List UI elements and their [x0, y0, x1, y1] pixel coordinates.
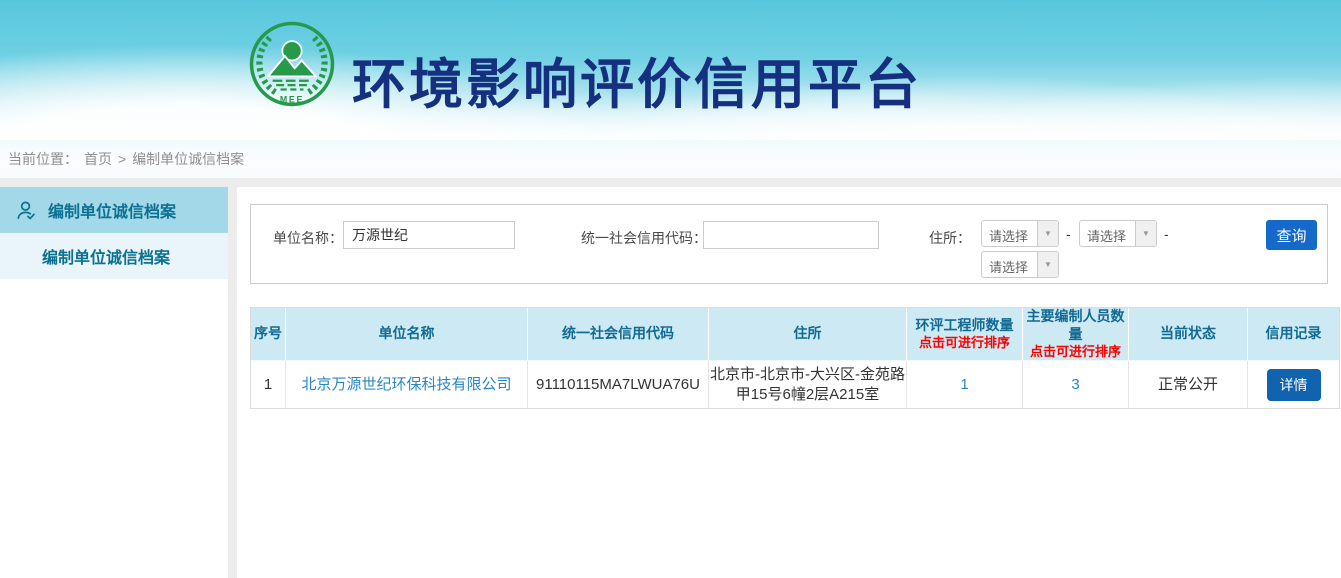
sort-hint: 点击可进行排序: [1023, 344, 1128, 360]
main-panel: 单位名称： 统一社会信用代码： 住所： 请选择 ▼ - 请选择 ▼ - 请选择 …: [237, 187, 1341, 578]
table-row: 1 北京万源世纪环保科技有限公司 91110115MA7LWUA76U 北京市-…: [251, 361, 1339, 408]
cell-unit-name: 北京万源世纪环保科技有限公司: [286, 361, 528, 408]
site-header: MEE 环境影响评价信用平台: [0, 0, 1341, 140]
sidebar: 编制单位诚信档案 编制单位诚信档案: [0, 187, 228, 578]
breadcrumb: 当前位置： 首页 > 编制单位诚信档案: [0, 140, 1341, 178]
sidebar-subitem-label: 编制单位诚信档案: [42, 244, 170, 268]
address-label: 住所：: [929, 228, 971, 248]
company-name-link[interactable]: 北京万源世纪环保科技有限公司: [301, 376, 511, 393]
dash-separator: -: [1164, 226, 1169, 242]
site-title: 环境影响评价信用平台: [352, 40, 922, 119]
unit-name-input[interactable]: [343, 221, 515, 249]
column-header-unit-name: 单位名称: [286, 308, 528, 361]
district-select-value: 请选择: [982, 252, 1037, 277]
cell-staff-count: 3: [1023, 361, 1129, 408]
column-header-staff-count-sortable[interactable]: 主要编制人员数量 点击可进行排序: [1023, 308, 1129, 361]
sidebar-item-label: 编制单位诚信档案: [48, 198, 176, 222]
sort-hint: 点击可进行排序: [907, 335, 1022, 351]
chevron-down-icon[interactable]: ▼: [1037, 221, 1058, 246]
query-button[interactable]: 查询: [1266, 220, 1317, 250]
cell-status: 正常公开: [1129, 361, 1248, 408]
column-header-credit-record: 信用记录: [1248, 308, 1339, 361]
cell-engineer-count: 1: [907, 361, 1023, 408]
divider-strip: [0, 178, 1341, 187]
mee-logo-icon: MEE: [248, 20, 336, 108]
breadcrumb-label: 当前位置：: [8, 149, 78, 169]
breadcrumb-home-link[interactable]: 首页: [84, 149, 112, 169]
column-header-status: 当前状态: [1129, 308, 1248, 361]
cell-index: 1: [251, 361, 286, 408]
column-header-credit-code: 统一社会信用代码: [528, 308, 709, 361]
dash-separator: -: [1066, 226, 1071, 242]
table-header-row: 序号 单位名称 统一社会信用代码 住所 环评工程师数量 点击可进行排序 主要编制…: [251, 308, 1339, 361]
chevron-down-icon[interactable]: ▼: [1037, 252, 1058, 277]
cell-address: 北京市-北京市-大兴区-金苑路甲15号6幢2层A215室: [709, 361, 907, 408]
cell-action: 详情: [1248, 361, 1339, 408]
content-area: 编制单位诚信档案 编制单位诚信档案 单位名称： 统一社会信用代码： 住所： 请选…: [0, 187, 1341, 578]
detail-button[interactable]: 详情: [1267, 369, 1321, 401]
city-select-value: 请选择: [1080, 221, 1135, 246]
unit-name-label: 单位名称：: [273, 228, 343, 248]
engineer-count-link[interactable]: 1: [960, 376, 968, 393]
user-check-icon: [15, 199, 38, 222]
city-select[interactable]: 请选择 ▼: [1079, 220, 1157, 247]
breadcrumb-current: 编制单位诚信档案: [132, 149, 244, 169]
sidebar-subitem-unit-credit-archive[interactable]: 编制单位诚信档案: [0, 233, 228, 279]
page: MEE 环境影响评价信用平台 当前位置： 首页 > 编制单位诚信档案 编制单位诚…: [0, 0, 1341, 578]
column-header-index: 序号: [251, 308, 286, 361]
credit-code-input[interactable]: [703, 221, 879, 249]
credit-code-label: 统一社会信用代码：: [581, 228, 707, 248]
breadcrumb-separator: >: [118, 151, 126, 167]
cell-credit-code: 91110115MA7LWUA76U: [528, 361, 709, 408]
sidebar-item-unit-credit-archive[interactable]: 编制单位诚信档案: [0, 187, 228, 233]
staff-count-link[interactable]: 3: [1071, 376, 1079, 393]
province-select-value: 请选择: [982, 221, 1037, 246]
mee-logo-caption: MEE: [280, 95, 304, 105]
district-select[interactable]: 请选择 ▼: [981, 251, 1059, 278]
chevron-down-icon[interactable]: ▼: [1135, 221, 1156, 246]
province-select[interactable]: 请选择 ▼: [981, 220, 1059, 247]
results-table: 序号 单位名称 统一社会信用代码 住所 环评工程师数量 点击可进行排序 主要编制…: [250, 307, 1340, 409]
search-panel: 单位名称： 统一社会信用代码： 住所： 请选择 ▼ - 请选择 ▼ - 请选择 …: [250, 204, 1328, 284]
column-header-engineer-count-sortable[interactable]: 环评工程师数量 点击可进行排序: [907, 308, 1023, 361]
column-header-address: 住所: [709, 308, 907, 361]
